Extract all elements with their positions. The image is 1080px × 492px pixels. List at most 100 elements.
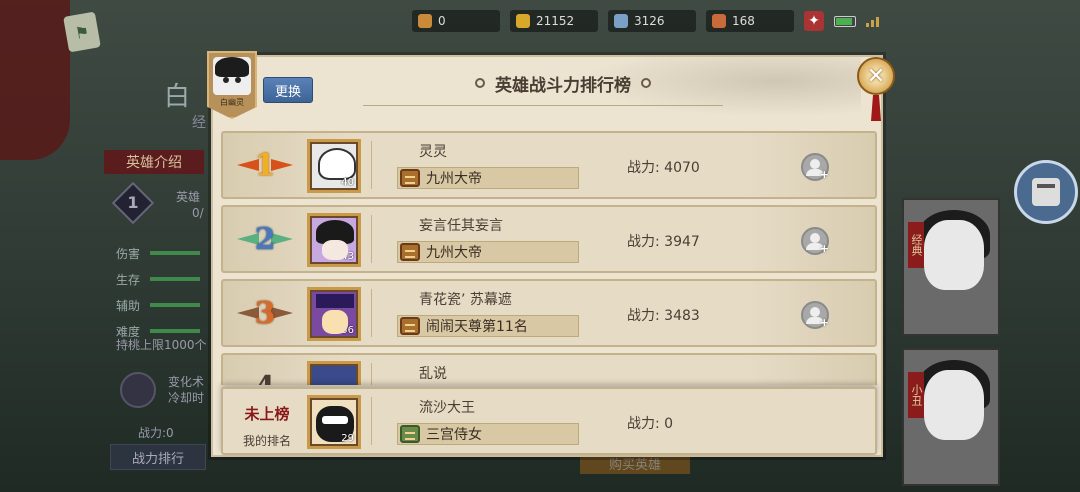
gold-icon <box>516 14 530 28</box>
rank-number: 4 <box>255 370 276 386</box>
power-label: 战力: <box>627 234 665 250</box>
power-label: 战力: <box>627 308 665 324</box>
guild-tag: 九州大帝 <box>397 167 579 189</box>
player-name: 青花瓷’ 苏幕遮 <box>419 292 512 308</box>
hero-avatar[interactable]: 40 <box>307 139 361 193</box>
ranking-row[interactable]: 3 56 青花瓷’ 苏幕遮 闹闹天尊第11名 战力: 3483 + <box>221 279 877 347</box>
resource-stamina[interactable]: 0 <box>412 10 500 32</box>
hero-portrait <box>924 370 984 440</box>
stat-label: 伤害 <box>116 246 141 261</box>
peach-limit-text: 持桃上限1000个 <box>116 338 207 352</box>
ranking-list[interactable]: 1 40 灵灵 九州大帝 战力: 4070 + 2 43 妄言任其妄言 九州大帝… <box>221 131 877 385</box>
resource-value: 168 <box>732 14 755 28</box>
power-number: 3483 <box>664 308 700 324</box>
rank-badge: 3 <box>237 293 293 333</box>
resource-value: 21152 <box>536 14 575 28</box>
rank-badge: 1 <box>237 145 293 185</box>
flag-icon[interactable]: ⚑ <box>63 11 101 53</box>
skin-card[interactable]: 小丑 <box>902 348 1000 486</box>
close-button[interactable]: ✕ <box>857 57 895 95</box>
hero-portrait: 40 <box>312 144 356 188</box>
skill-badge: 1 <box>111 181 155 225</box>
guild-name: 闹闹天尊第11名 <box>426 319 528 335</box>
hero-portrait: 29 <box>312 400 356 444</box>
calculator-button[interactable] <box>1014 160 1078 224</box>
skin-card[interactable]: 经典 <box>902 198 1000 336</box>
add-friend-button[interactable]: + <box>801 153 829 181</box>
row-divider <box>371 289 372 337</box>
guild-name: 三宫侍女 <box>426 427 482 443</box>
power-number: 4070 <box>664 160 700 176</box>
tassel-decoration <box>871 95 881 121</box>
hero-portrait <box>213 57 251 95</box>
stat-label: 辅助 <box>116 298 141 313</box>
calculator-icon <box>1032 178 1060 206</box>
avatar-caption: 白幽灵 <box>220 98 244 107</box>
power-label: 战力: <box>627 160 665 176</box>
title-divider <box>363 105 723 106</box>
power-ranking-button[interactable]: 战力排行 <box>110 444 206 470</box>
title-ornament-icon <box>641 78 651 88</box>
title-ornament-icon <box>475 78 485 88</box>
hero-avatar[interactable]: 29 <box>307 395 361 449</box>
guild-name: 九州大帝 <box>426 245 482 261</box>
close-icon: ✕ <box>866 63 886 89</box>
row-divider <box>371 215 372 263</box>
ranking-row[interactable]: 2 43 妄言任其妄言 九州大帝 战力: 3947 + <box>221 205 877 273</box>
add-friend-icon <box>806 233 824 250</box>
ranking-row[interactable]: 4 乱说 <box>221 353 877 385</box>
ranking-row[interactable]: 1 40 灵灵 九州大帝 战力: 4070 + <box>221 131 877 199</box>
guild-icon <box>400 243 420 261</box>
my-rank-value: 未上榜 <box>244 405 290 423</box>
plus-icon: + <box>819 242 829 255</box>
add-resource-button[interactable]: ✦ <box>804 11 824 31</box>
tab-hero-intro[interactable]: 英雄介绍 <box>104 150 204 174</box>
resource-jade[interactable]: 3126 <box>608 10 696 32</box>
modal-title-text: 英雄战斗力排行榜 <box>495 75 631 96</box>
player-name: 妄言任其妄言 <box>419 218 503 234</box>
player-name: 流沙大王 <box>419 400 475 416</box>
my-rank-label: 我的排名 <box>242 434 291 448</box>
stat-bar <box>150 329 201 333</box>
hero-level: 56 <box>341 325 354 336</box>
transform-skill-text: 变化术 冷却时 <box>168 374 204 406</box>
power-value: 战力: 3947 <box>627 231 700 251</box>
power-value: 战力: 3483 <box>627 305 700 325</box>
skin-tag: 经典 <box>908 222 924 268</box>
transform-skill-icon[interactable] <box>120 372 156 408</box>
hero-avatar[interactable] <box>307 361 361 385</box>
modal-title: 英雄战斗力排行榜 <box>363 57 763 109</box>
ranking-modal: 白幽灵 更换 英雄战斗力排行榜 ✕ 1 40 灵灵 九州大帝 战力: 4070 … <box>207 51 895 457</box>
add-friend-button[interactable]: + <box>801 227 829 255</box>
rank-badge: 4 <box>237 367 293 386</box>
skill-number: 1 <box>127 193 139 212</box>
add-friend-button[interactable]: + <box>801 301 829 329</box>
rank-badge: 2 <box>237 219 293 259</box>
stamina-icon <box>418 14 432 28</box>
guild-icon <box>400 425 420 443</box>
stat-bar <box>150 251 201 255</box>
hero-level: 29 <box>341 433 354 444</box>
plus-icon: + <box>819 316 829 329</box>
change-hero-button[interactable]: 更换 <box>263 77 313 103</box>
row-divider <box>371 363 372 385</box>
skill-value: 0/ <box>192 206 204 220</box>
plus-icon: + <box>819 168 829 181</box>
signal-icon <box>866 15 882 27</box>
stat-bar <box>150 303 201 307</box>
row-divider <box>371 397 372 445</box>
hero-avatar[interactable]: 56 <box>307 287 361 341</box>
power-value: 战力: 4070 <box>627 157 700 177</box>
guild-name: 九州大帝 <box>426 171 482 187</box>
hero-avatar[interactable]: 43 <box>307 213 361 267</box>
hero-portrait: 56 <box>312 292 356 336</box>
row-divider <box>371 141 372 189</box>
guild-icon <box>400 317 420 335</box>
jade-icon <box>614 14 628 28</box>
resource-gold[interactable]: 21152 <box>510 10 598 32</box>
stat-survival: 生存 <box>116 266 201 292</box>
resource-gate[interactable]: 168 <box>706 10 794 32</box>
skin-cards: 经典 小丑 <box>902 198 1000 492</box>
guild-icon <box>400 169 420 187</box>
power-value: 战力: 0 <box>627 416 674 432</box>
